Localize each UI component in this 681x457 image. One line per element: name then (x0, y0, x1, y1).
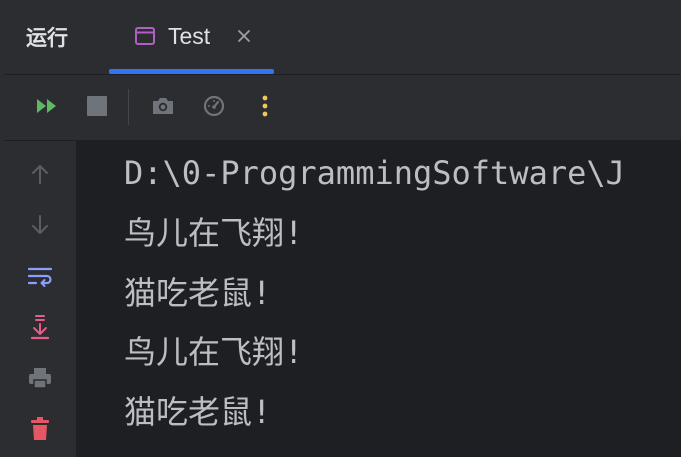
soft-wrap-icon (27, 265, 53, 291)
console-output[interactable]: D:\0-ProgrammingSoftware\J 鸟儿在飞翔! 猫吃老鼠! … (76, 141, 681, 457)
toolbar-separator (128, 89, 129, 125)
scroll-to-end-button[interactable] (25, 314, 55, 344)
console-line: D:\0-ProgrammingSoftware\J (124, 154, 625, 192)
trash-icon (29, 416, 51, 446)
console-line: 鸟儿在飞翔! (124, 333, 304, 371)
clear-all-button[interactable] (25, 416, 55, 446)
printer-icon (27, 366, 53, 394)
print-button[interactable] (25, 365, 55, 395)
console-line: 鸟儿在飞翔! (124, 214, 304, 252)
console-side-toolbar (4, 141, 76, 457)
scroll-to-end-icon (29, 314, 51, 344)
more-options-button[interactable] (250, 93, 280, 123)
more-vertical-icon (261, 94, 269, 122)
camera-icon (150, 95, 176, 121)
scroll-down-button[interactable] (25, 212, 55, 242)
close-icon[interactable] (234, 26, 254, 46)
arrow-up-icon (29, 162, 51, 190)
panel-title: 运行 (26, 26, 68, 50)
stop-button[interactable] (82, 93, 112, 123)
profiler-button[interactable] (199, 93, 229, 123)
soft-wrap-button[interactable] (25, 263, 55, 293)
console-line: 猫吃老鼠! (124, 393, 272, 431)
dump-threads-button[interactable] (148, 93, 178, 123)
gauge-icon (202, 94, 226, 122)
stop-icon (86, 95, 108, 121)
tab-test[interactable]: Test (109, 0, 274, 74)
run-toolbar (4, 75, 681, 140)
tab-label: Test (168, 23, 211, 49)
run-tool-window: 运行 Test D:\0-ProgrammingSoftware\J 鸟儿在飞翔… (0, 0, 681, 457)
run-config-window-icon (135, 27, 155, 45)
console-line: 猫吃老鼠! (124, 274, 272, 312)
rerun-icon (34, 96, 60, 120)
run-panel-header: 运行 Test (4, 0, 681, 74)
rerun-button[interactable] (32, 93, 62, 123)
scroll-up-button[interactable] (25, 161, 55, 191)
arrow-down-icon (29, 213, 51, 241)
